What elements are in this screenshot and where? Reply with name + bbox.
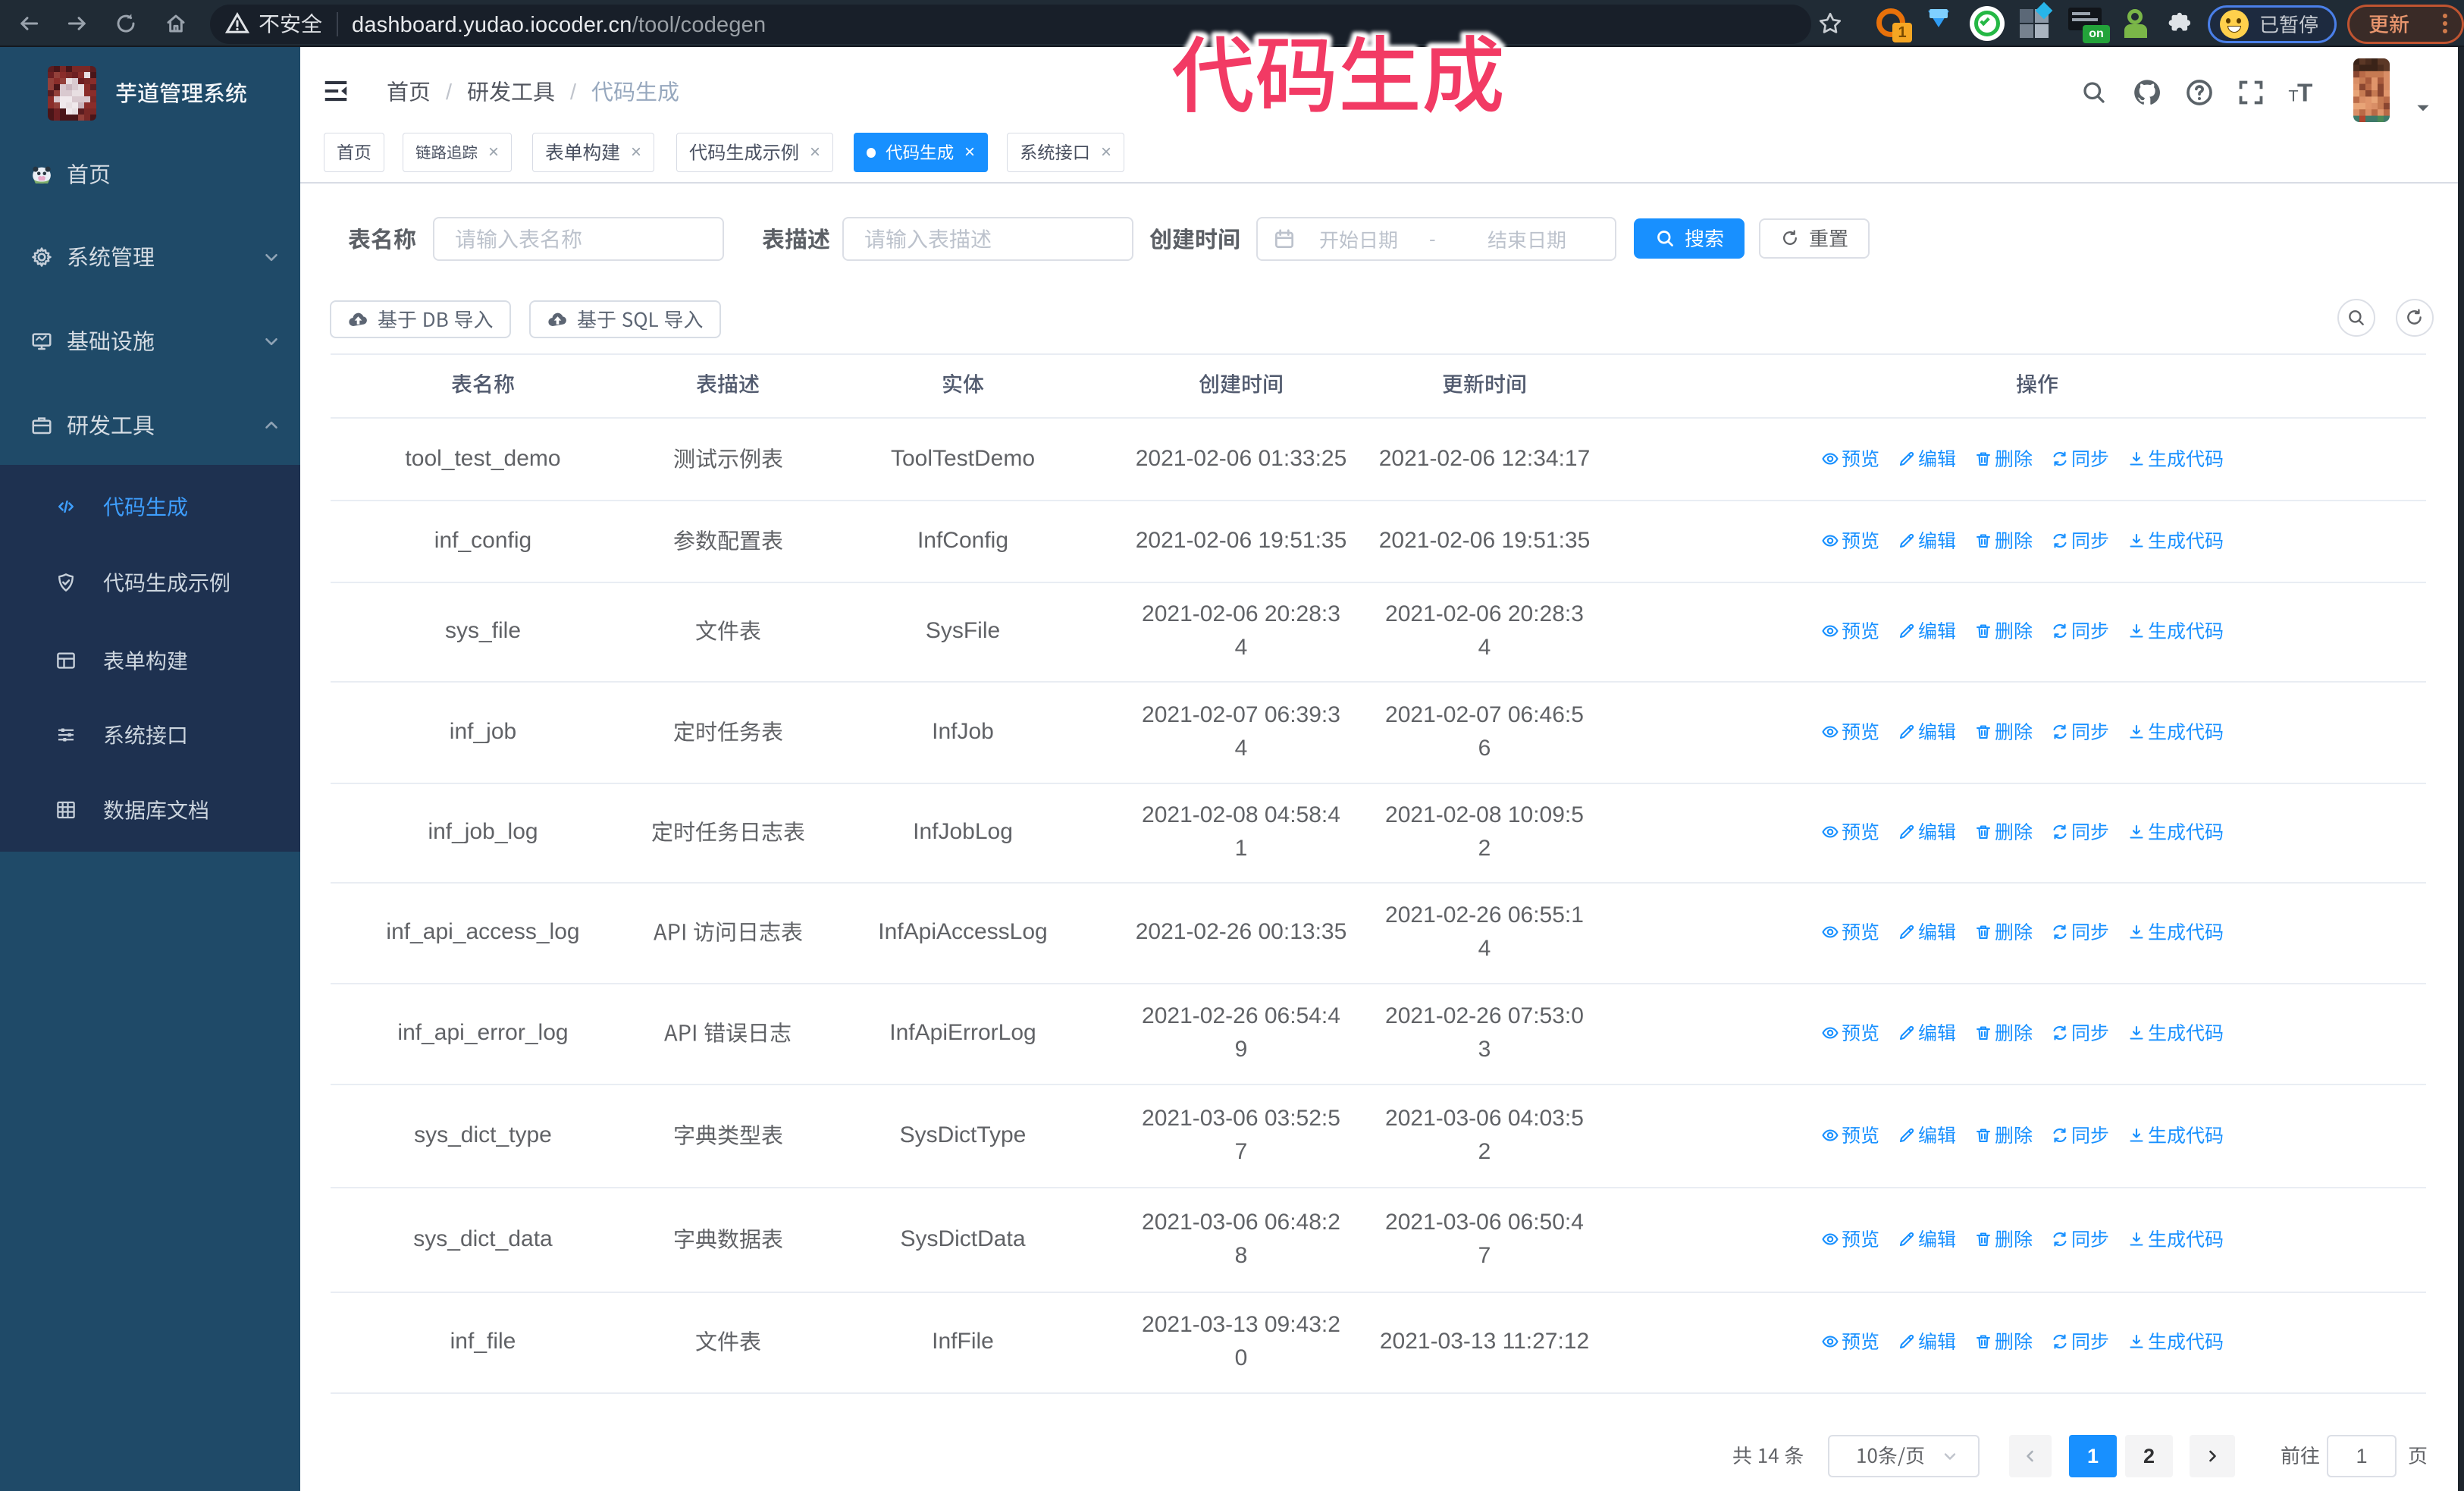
svg-text:T: T <box>2297 80 2312 108</box>
